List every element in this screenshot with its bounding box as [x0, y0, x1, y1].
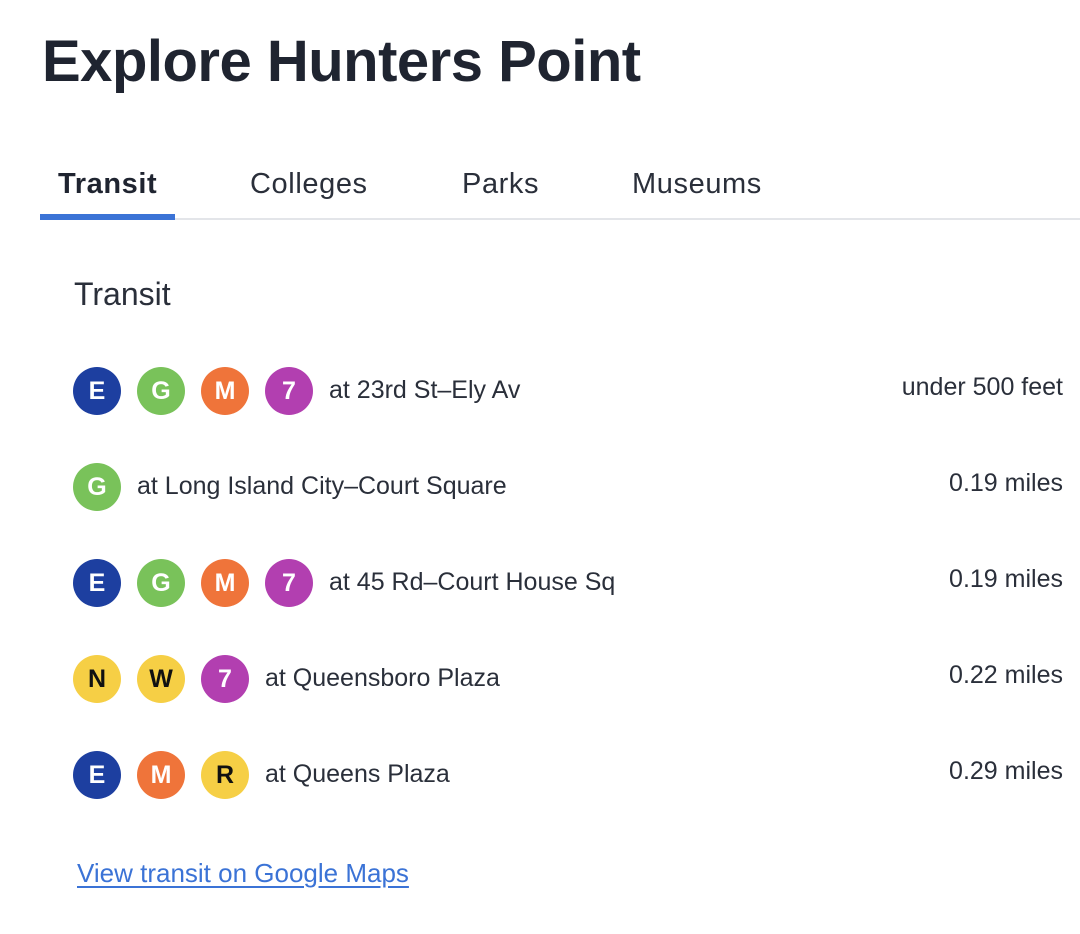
station-distance: 0.22 miles	[949, 661, 1063, 689]
subway-line-e-icon: E	[73, 751, 121, 799]
station-distance: 0.29 miles	[949, 757, 1063, 785]
subway-line-m-icon: M	[201, 367, 249, 415]
subway-line-n-icon: N	[73, 655, 121, 703]
station-name: at Long Island City–Court Square	[137, 472, 507, 500]
transit-row: E M Rat Queens Plaza 0.29 miles	[73, 751, 1063, 847]
subway-line-7-icon: 7	[265, 559, 313, 607]
subway-lines: EMR	[73, 751, 265, 799]
station-name: at 23rd St–Ely Av	[329, 376, 521, 404]
category-tabs: Transit Colleges Parks Museums	[40, 160, 1080, 220]
active-tab-indicator	[40, 214, 175, 220]
subway-line-e-icon: E	[73, 367, 121, 415]
subway-lines: NW7	[73, 655, 265, 703]
station-name: at Queens Plaza	[265, 760, 450, 788]
tab-colleges[interactable]: Colleges	[250, 168, 368, 201]
tab-transit[interactable]: Transit	[58, 168, 157, 201]
subway-line-w-icon: W	[137, 655, 185, 703]
transit-row: E G M 7 at 45 Rd–Court House Sq 0.19 miles	[73, 559, 1063, 655]
tab-museums[interactable]: Museums	[632, 168, 762, 201]
subway-line-m-icon: M	[137, 751, 185, 799]
station-name: at 45 Rd–Court House Sq	[329, 568, 616, 596]
transit-list: E G M 7 at 23rd St–Ely Av under 500 feet Gat L…	[73, 367, 1063, 847]
view-transit-google-maps-link[interactable]: View transit on Google Maps	[77, 858, 409, 889]
subway-line-g-icon: G	[137, 559, 185, 607]
subway-line-r-icon: R	[201, 751, 249, 799]
subway-lines: EGM7	[73, 367, 329, 415]
transit-row: N W 7 at Queensboro Plaza 0.22 miles	[73, 655, 1063, 751]
subway-line-7-icon: 7	[265, 367, 313, 415]
station-distance: 0.19 miles	[949, 565, 1063, 593]
subway-line-e-icon: E	[73, 559, 121, 607]
section-heading: Transit	[74, 276, 171, 312]
tab-parks[interactable]: Parks	[462, 168, 539, 201]
subway-line-m-icon: M	[201, 559, 249, 607]
station-distance: under 500 feet	[901, 373, 1063, 401]
transit-row: E G M 7 at 23rd St–Ely Av under 500 feet	[73, 367, 1063, 463]
transit-row: Gat Long Island City–Court Square 0.19 mi…	[73, 463, 1063, 559]
subway-lines: G	[73, 463, 137, 511]
subway-line-g-icon: G	[137, 367, 185, 415]
station-name: at Queensboro Plaza	[265, 664, 500, 692]
subway-line-g-icon: G	[73, 463, 121, 511]
page-title: Explore Hunters Point	[42, 29, 641, 94]
subway-line-7-icon: 7	[201, 655, 249, 703]
station-distance: 0.19 miles	[949, 469, 1063, 497]
subway-lines: EGM7	[73, 559, 329, 607]
